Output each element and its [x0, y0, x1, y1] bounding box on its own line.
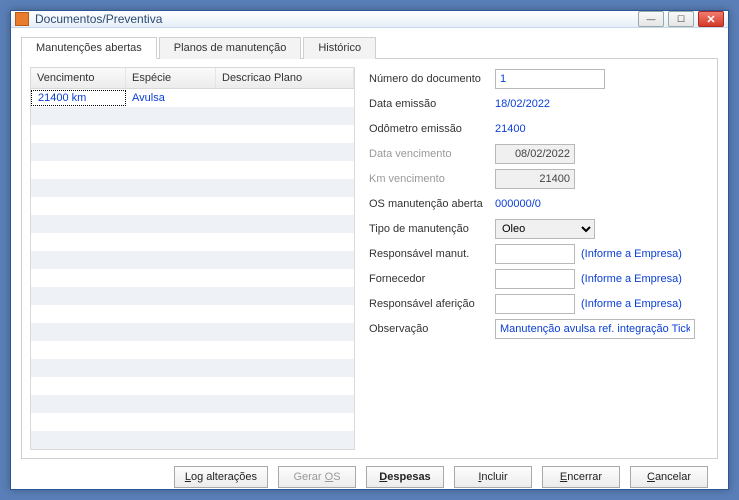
value-odometer: 21400 — [495, 123, 526, 135]
table-row — [31, 395, 354, 413]
link-resp-maint-company[interactable]: (Informe a Empresa) — [581, 248, 682, 260]
link-resp-gauge-company[interactable]: (Informe a Empresa) — [581, 298, 682, 310]
encerrar-button[interactable]: Encerrar — [542, 466, 620, 488]
label-observation: Observação — [369, 323, 489, 335]
table-row — [31, 377, 354, 395]
app-window: Documentos/Preventiva — ☐ ✕ Manutenções … — [10, 10, 729, 490]
cell-descricao[interactable] — [216, 97, 354, 99]
cancelar-button[interactable]: Cancelar — [630, 466, 708, 488]
table-row — [31, 197, 354, 215]
grid-header-especie[interactable]: Espécie — [126, 68, 216, 88]
label-odometer: Odômetro emissão — [369, 123, 489, 135]
grid-header-vencimento[interactable]: Vencimento — [31, 68, 126, 88]
select-maint-type[interactable]: Oleo — [495, 219, 595, 239]
detail-form: Número do documento Data emissão 18/02/2… — [369, 67, 709, 450]
grid-body: 21400 km Avulsa — [31, 89, 354, 449]
tab-maintenance-plans[interactable]: Planos de manutenção — [159, 37, 302, 59]
cell-especie[interactable]: Avulsa — [126, 91, 216, 105]
grid-header-descricao[interactable]: Descricao Plano — [216, 68, 354, 88]
table-row — [31, 215, 354, 233]
incluir-button[interactable]: Incluir — [454, 466, 532, 488]
table-row — [31, 359, 354, 377]
input-doc-number[interactable] — [495, 69, 605, 89]
table-row — [31, 251, 354, 269]
button-bar: Log alterações Gerar OS Despesas Incluir… — [21, 459, 718, 495]
table-row — [31, 269, 354, 287]
gerar-os-button: Gerar OS — [278, 466, 356, 488]
minimize-button[interactable]: — — [638, 11, 664, 27]
log-button[interactable]: Log alterações — [174, 466, 268, 488]
link-supplier-company[interactable]: (Informe a Empresa) — [581, 273, 682, 285]
input-supplier[interactable] — [495, 269, 575, 289]
label-resp-maint: Responsável manut. — [369, 248, 489, 260]
maintenance-grid[interactable]: Vencimento Espécie Descricao Plano 21400… — [30, 67, 355, 450]
input-due-date — [495, 144, 575, 164]
window-buttons: — ☐ ✕ — [638, 11, 724, 27]
tab-history[interactable]: Histórico — [303, 37, 376, 59]
value-open-os: 000000/0 — [495, 198, 541, 210]
cell-vencimento[interactable]: 21400 km — [31, 90, 126, 106]
input-resp-gauge[interactable] — [495, 294, 575, 314]
despesas-button[interactable]: Despesas — [366, 466, 444, 488]
app-icon — [15, 12, 29, 26]
table-row[interactable]: 21400 km Avulsa — [31, 89, 354, 107]
tab-open-maintenance[interactable]: Manutenções abertas — [21, 37, 157, 59]
table-row — [31, 125, 354, 143]
table-row — [31, 341, 354, 359]
table-row — [31, 413, 354, 431]
tab-bar: Manutenções abertas Planos de manutenção… — [21, 36, 718, 59]
input-resp-maint[interactable] — [495, 244, 575, 264]
table-row — [31, 323, 354, 341]
label-supplier: Fornecedor — [369, 273, 489, 285]
tab-content: Vencimento Espécie Descricao Plano 21400… — [21, 59, 718, 459]
maximize-button[interactable]: ☐ — [668, 11, 694, 27]
label-emission-date: Data emissão — [369, 98, 489, 110]
table-row — [31, 107, 354, 125]
label-due-date: Data vencimento — [369, 148, 489, 160]
label-open-os: OS manutenção aberta — [369, 198, 489, 210]
table-row — [31, 287, 354, 305]
titlebar: Documentos/Preventiva — ☐ ✕ — [11, 11, 728, 28]
label-due-km: Km vencimento — [369, 173, 489, 185]
input-due-km — [495, 169, 575, 189]
value-emission-date: 18/02/2022 — [495, 98, 550, 110]
close-button[interactable]: ✕ — [698, 11, 724, 27]
window-body: Manutenções abertas Planos de manutenção… — [11, 28, 728, 499]
label-doc-number: Número do documento — [369, 73, 489, 85]
table-row — [31, 143, 354, 161]
label-maint-type: Tipo de manutenção — [369, 223, 489, 235]
table-row — [31, 161, 354, 179]
grid-header-row: Vencimento Espécie Descricao Plano — [31, 68, 354, 89]
window-title: Documentos/Preventiva — [35, 12, 638, 26]
input-observation[interactable] — [495, 319, 695, 339]
table-row — [31, 179, 354, 197]
table-row — [31, 233, 354, 251]
label-resp-gauge: Responsável aferição — [369, 298, 489, 310]
table-row — [31, 431, 354, 449]
table-row — [31, 305, 354, 323]
